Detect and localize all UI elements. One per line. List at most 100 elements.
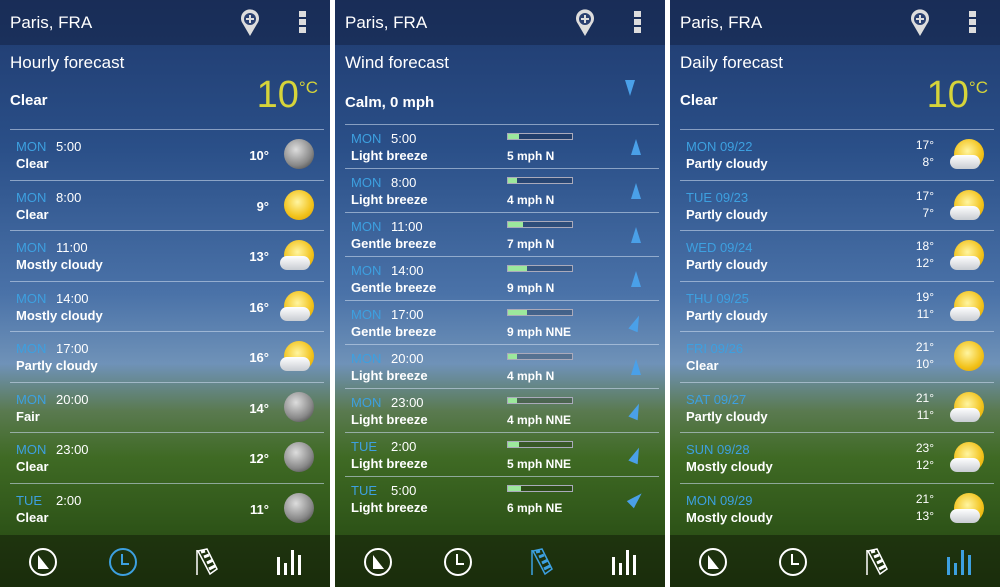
partly-cloudy-icon (950, 240, 984, 270)
temp-unit: °C (968, 78, 988, 97)
city-name[interactable]: Paris, FRA (10, 13, 92, 33)
row-day: MON (16, 240, 47, 255)
overflow-menu-icon[interactable] (299, 11, 306, 35)
forecast-row[interactable]: MON 17:00 Partly cloudy 16° (10, 331, 324, 382)
row-temperature: 13° (249, 249, 269, 264)
hourly-clock-icon[interactable] (778, 547, 808, 577)
row-description: Clear (16, 156, 49, 171)
forecast-row[interactable]: MON 23:00 Clear 12° (10, 432, 324, 483)
wind-sock-icon[interactable] (862, 547, 892, 577)
daily-bars-icon[interactable] (274, 547, 304, 577)
wind-sock-icon[interactable] (527, 547, 557, 577)
row-time: 11:00 (391, 219, 423, 234)
moon-icon (284, 391, 314, 422)
row-day: MON (351, 351, 382, 366)
row-description: Gentle breeze (351, 236, 437, 251)
city-name[interactable]: Paris, FRA (345, 13, 427, 33)
row-day: TUE (16, 492, 42, 508)
current-conditions-icon[interactable] (698, 547, 728, 577)
row-time: 8:00 (56, 189, 82, 205)
forecast-title: Hourly forecast (10, 53, 125, 72)
row-low: 10° (915, 357, 934, 371)
app-header: Paris, FRA (670, 0, 1000, 45)
forecast-row[interactable]: SAT 09/27 Partly cloudy 21° 11° (680, 381, 994, 433)
hourly-clock-icon[interactable] (108, 547, 138, 577)
row-high: 17° (915, 188, 934, 203)
row-day: MON 09/22 (686, 139, 753, 154)
wind-sock-icon[interactable] (192, 547, 222, 577)
row-day: THU 09/25 (686, 290, 749, 306)
add-location-icon[interactable] (240, 9, 260, 42)
row-temperature: 16° (249, 350, 269, 365)
add-location-icon[interactable] (575, 9, 595, 42)
row-description: Mostly cloudy (686, 509, 773, 525)
forecast-row[interactable]: MON 14:00 Gentle breeze 9 mph N (345, 256, 659, 300)
forecast-row[interactable]: MON 11:00 Mostly cloudy 13° (10, 230, 324, 281)
overflow-menu-icon[interactable] (969, 11, 976, 35)
wind-speed: 7 mph N (507, 237, 555, 251)
row-low: 12° (915, 256, 934, 270)
forecast-row[interactable]: MON 8:00 Clear 9° (10, 179, 324, 231)
forecast-row[interactable]: MON 14:00 Mostly cloudy 16° (10, 280, 324, 332)
forecast-row[interactable]: MON 5:00 Clear 10° (10, 129, 324, 180)
forecast-row[interactable]: MON 11:00 Gentle breeze 7 mph N (345, 212, 659, 256)
wind-direction-icon (631, 183, 641, 199)
forecast-row[interactable]: THU 09/25 Partly cloudy 19° 11° (680, 280, 994, 332)
wind-speed: 5 mph NNE (507, 457, 572, 471)
app-header: Paris, FRA (335, 0, 665, 45)
forecast-row[interactable]: WED 09/24 Partly cloudy 18° 12° (680, 230, 994, 281)
daily-bars-icon[interactable] (609, 547, 639, 577)
forecast-row[interactable]: SUN 09/28 Mostly cloudy 23° 12° (680, 432, 994, 483)
bottom-nav (670, 535, 1000, 587)
partly-cloudy-icon (950, 290, 984, 321)
overflow-menu-icon[interactable] (634, 11, 641, 35)
forecast-row[interactable]: MON 17:00 Gentle breeze 9 mph NNE (345, 300, 659, 344)
row-description: Mostly cloudy (16, 257, 103, 272)
row-day: MON (351, 219, 382, 234)
forecast-row[interactable]: MON 09/29 Mostly cloudy 21° 13° (680, 482, 994, 534)
current-conditions-icon[interactable] (363, 547, 393, 577)
forecast-row[interactable]: MON 8:00 Light breeze 4 mph N (345, 168, 659, 212)
hourly-clock-icon[interactable] (443, 547, 473, 577)
forecast-row[interactable]: TUE 09/23 Partly cloudy 17° 7° (680, 179, 994, 231)
wind-speed-fill (508, 486, 521, 491)
wind-speed: 4 mph NNE (507, 413, 572, 427)
forecast-row[interactable]: MON 23:00 Light breeze 4 mph NNE (345, 388, 659, 432)
forecast-row[interactable]: MON 09/22 Partly cloudy 17° 8° (680, 129, 994, 180)
row-time: 11:00 (56, 240, 88, 255)
forecast-row[interactable]: TUE 5:00 Light breeze 6 mph NE (345, 476, 659, 520)
city-name[interactable]: Paris, FRA (680, 13, 762, 33)
screen-wind: Paris, FRA Wind forecast Calm, 0 mph MON 5:0… (335, 0, 665, 587)
row-description: Partly cloudy (16, 358, 98, 373)
forecast-row[interactable]: TUE 2:00 Clear 11° (10, 482, 324, 534)
row-temperature: 12° (249, 451, 269, 466)
forecast-row[interactable]: FRI 09/26 Clear 21° 10° (680, 331, 994, 382)
row-day: MON (16, 290, 47, 306)
wind-speed-bar (507, 133, 573, 140)
bottom-nav (335, 535, 665, 587)
forecast-row[interactable]: MON 20:00 Light breeze 4 mph N (345, 344, 659, 388)
row-low: 8° (922, 155, 934, 169)
row-day: MON (351, 175, 382, 190)
row-temperature: 16° (249, 299, 269, 315)
forecast-title: Wind forecast (345, 53, 449, 72)
forecast-row[interactable]: MON 5:00 Light breeze 5 mph N (345, 124, 659, 168)
row-time: 2:00 (56, 492, 82, 508)
row-low: 13° (915, 508, 934, 523)
daily-bars-icon[interactable] (944, 547, 974, 577)
forecast-row[interactable]: MON 20:00 Fair 14° (10, 381, 324, 433)
row-high: 17° (915, 138, 934, 152)
partly-cloudy-icon (280, 341, 314, 371)
row-day: MON (16, 139, 47, 154)
add-location-icon[interactable] (910, 9, 930, 42)
current-condition: Clear (10, 92, 48, 109)
forecast-row[interactable]: TUE 2:00 Light breeze 5 mph NNE (345, 432, 659, 476)
row-time: 5:00 (56, 139, 82, 154)
wind-direction-icon (631, 271, 641, 287)
row-day: MON (16, 442, 47, 457)
current-conditions-icon[interactable] (28, 547, 58, 577)
row-high: 21° (915, 390, 934, 405)
row-description: Fair (16, 408, 40, 424)
wind-speed-bar (507, 221, 573, 228)
row-time: 17:00 (391, 307, 424, 322)
